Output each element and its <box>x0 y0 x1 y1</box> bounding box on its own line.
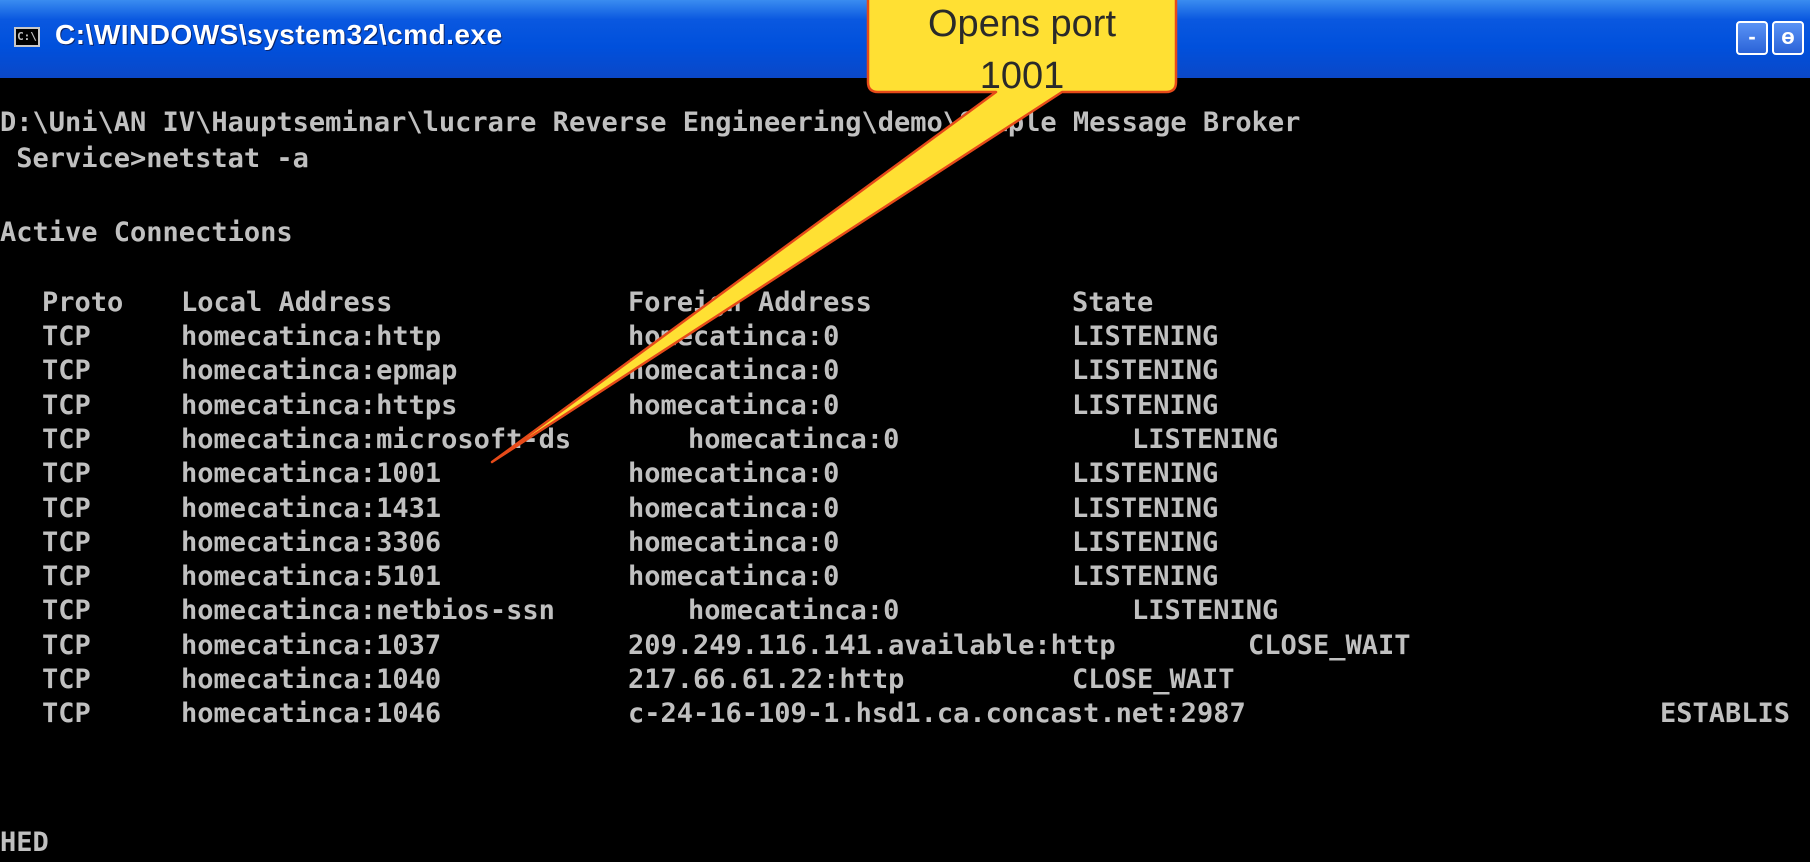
callout-text: Opens port 1001 <box>868 0 1176 102</box>
callout-line-2: 1001 <box>979 55 1065 97</box>
callout-line-1: Opens port <box>928 3 1116 45</box>
callout <box>490 0 1178 464</box>
